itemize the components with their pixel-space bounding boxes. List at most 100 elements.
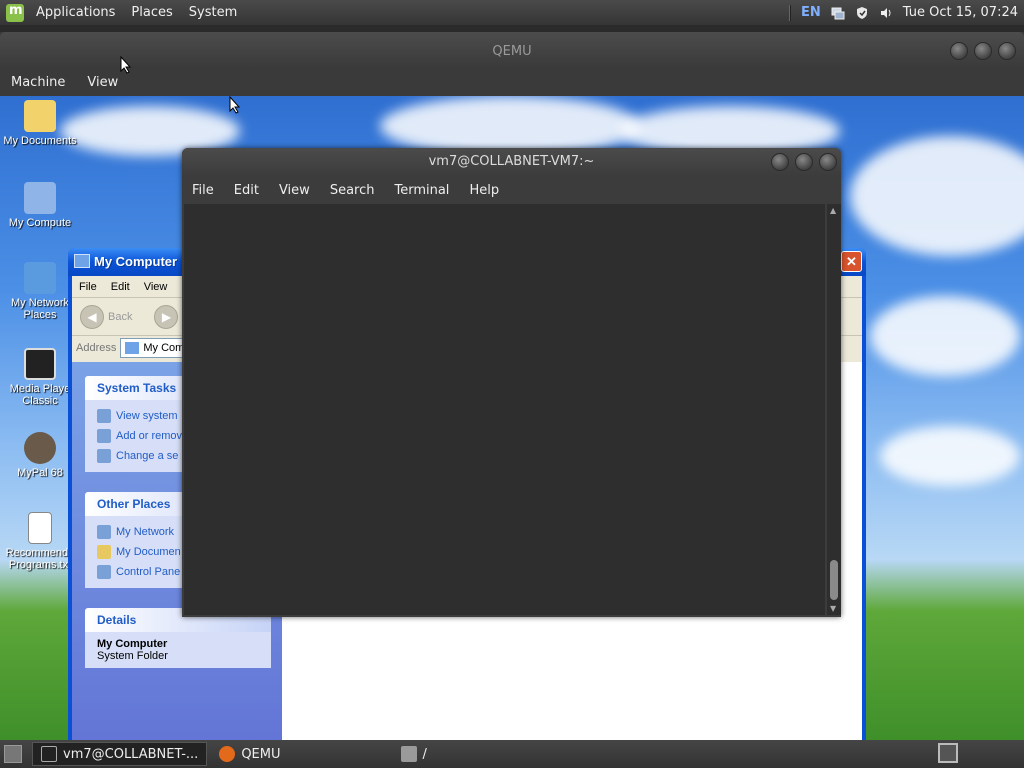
task-label: View system [116, 410, 178, 422]
qemu-title: QEMU [492, 44, 532, 59]
cloud [850, 136, 1024, 256]
cloud [880, 426, 1020, 486]
terminal-window: vm7@COLLABNET-VM7:~ File Edit View Searc… [182, 148, 841, 617]
qemu-titlebar[interactable]: QEMU [0, 32, 1024, 68]
taskbar-item-folder[interactable]: / [393, 742, 435, 766]
keyboard-layout-indicator[interactable]: EN [801, 5, 821, 20]
xp-menu-edit[interactable]: Edit [104, 281, 137, 293]
place-label: My Network [116, 526, 175, 538]
terminal-output[interactable] [184, 204, 825, 615]
top-panel: Applications Places System EN Tue Oct 15… [0, 0, 1024, 25]
desktop-icon-recommended-programs[interactable]: Recommende Programs.txt [2, 512, 78, 571]
bottom-taskbar: vm7@COLLABNET-... QEMU / [0, 740, 1024, 768]
maximize-button[interactable] [795, 153, 813, 171]
details-name: My Computer [97, 638, 168, 650]
xp-menu-file[interactable]: File [72, 281, 104, 293]
taskbar-item-label: QEMU [241, 746, 281, 762]
folder-icon [400, 746, 417, 762]
back-button-label[interactable]: Back [108, 311, 132, 323]
menu-places[interactable]: Places [123, 5, 180, 20]
settings-icon [97, 449, 111, 463]
desktop-icon-my-documents[interactable]: My Documents [2, 100, 78, 147]
folder-icon [97, 545, 111, 559]
system-tray: EN Tue Oct 15, 07:24 [789, 0, 1024, 25]
shield-icon[interactable] [855, 6, 869, 20]
taskbar-item-label: vm7@COLLABNET-... [63, 746, 199, 762]
terminal-menu-help[interactable]: Help [459, 183, 509, 198]
info-icon [97, 409, 111, 423]
minimize-button[interactable] [950, 42, 968, 60]
terminal-menu-search[interactable]: Search [320, 183, 385, 198]
maximize-button[interactable] [974, 42, 992, 60]
xp-close-button[interactable]: ✕ [841, 251, 862, 272]
terminal-titlebar[interactable]: vm7@COLLABNET-VM7:~ [182, 148, 841, 176]
xp-menu-view[interactable]: View [137, 281, 175, 293]
desktop-icon-label: My Documents [3, 135, 77, 147]
network-icon[interactable] [831, 6, 845, 20]
task-label: Add or remov [116, 430, 183, 442]
desktop-icon-media-player[interactable]: Media Playe Classic [2, 348, 78, 407]
desktop-icon-label: My Network Places [10, 297, 70, 321]
menu-machine[interactable]: Machine [0, 75, 76, 90]
desktop-icon-network-places[interactable]: My Network Places [2, 262, 78, 321]
volume-icon[interactable] [879, 6, 893, 20]
network-icon [24, 262, 56, 294]
control-panel-icon [97, 565, 111, 579]
menu-system[interactable]: System [181, 5, 245, 20]
menu-view[interactable]: View [76, 75, 129, 90]
desktop-icon-label: My Compute [8, 217, 72, 229]
address-value: My Com [143, 342, 185, 354]
terminal-menubar: File Edit View Search Terminal Help [182, 176, 841, 204]
task-label: Change a se [116, 450, 179, 462]
mint-logo-icon[interactable] [6, 3, 24, 22]
computer-icon [24, 182, 56, 214]
taskbar-item-terminal[interactable]: vm7@COLLABNET-... [32, 742, 208, 766]
place-label: My Documen [116, 546, 181, 558]
desktop-icon-label: Media Playe Classic [9, 383, 71, 407]
terminal-title: vm7@COLLABNET-VM7:~ [428, 154, 595, 169]
clock[interactable]: Tue Oct 15, 07:24 [903, 5, 1018, 20]
desktop-icon-my-computer[interactable]: My Compute [2, 182, 78, 229]
details-type: System Folder [97, 650, 168, 662]
show-desktop-icon[interactable] [4, 745, 22, 763]
desktop-icon-mypal[interactable]: MyPal 68 [2, 432, 78, 479]
qemu-window-controls [950, 42, 1016, 60]
scroll-down-icon[interactable]: ▼ [830, 604, 836, 613]
workspace-switcher[interactable] [938, 743, 958, 763]
media-player-icon [24, 348, 56, 380]
details-box: Details My Computer System Folder [85, 608, 271, 668]
programs-icon [97, 429, 111, 443]
terminal-menu-terminal[interactable]: Terminal [384, 183, 459, 198]
taskbar-item-qemu[interactable]: QEMU [211, 742, 288, 766]
terminal-menu-edit[interactable]: Edit [224, 183, 269, 198]
desktop-icon-label: Recommende Programs.txt [5, 547, 75, 571]
scroll-up-icon[interactable]: ▲ [830, 206, 836, 215]
minimize-button[interactable] [771, 153, 789, 171]
forward-icon[interactable]: ▶ [154, 304, 179, 329]
text-file-icon [28, 512, 52, 544]
terminal-scrollbar[interactable]: ▲ ▼ [827, 204, 841, 615]
terminal-menu-file[interactable]: File [182, 183, 224, 198]
place-label: Control Pane [116, 566, 181, 578]
scrollbar-thumb[interactable] [830, 560, 838, 600]
qemu-icon [219, 746, 236, 762]
computer-icon [125, 342, 140, 354]
mypal-icon [24, 432, 56, 464]
terminal-window-controls [771, 153, 837, 171]
mouse-pointer-icon [229, 96, 241, 114]
folder-documents-icon [24, 100, 56, 132]
menu-applications[interactable]: Applications [28, 5, 123, 20]
top-menu: Applications Places System [0, 0, 245, 25]
mouse-pointer-icon [120, 56, 132, 74]
close-button[interactable] [819, 153, 837, 171]
qemu-menubar: Machine View [0, 68, 1024, 96]
computer-icon [74, 254, 90, 268]
close-button[interactable] [998, 42, 1016, 60]
back-icon[interactable]: ◀ [80, 304, 104, 329]
cloud [870, 296, 1020, 376]
terminal-menu-view[interactable]: View [269, 183, 320, 198]
details-body: My Computer System Folder [85, 632, 271, 668]
network-icon [97, 525, 111, 539]
terminal-icon [41, 746, 57, 762]
taskbar-item-label: / [422, 746, 427, 762]
